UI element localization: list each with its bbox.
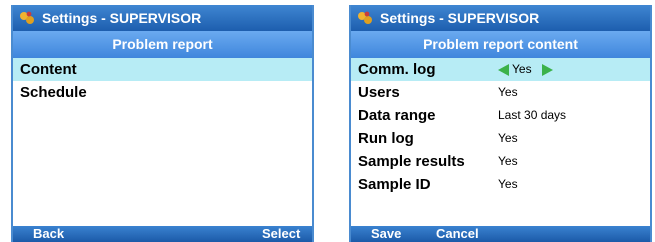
problem-report-content-screen: Settings - SUPERVISOR Problem report con… [349, 5, 652, 242]
page-title: Problem report [13, 31, 312, 58]
softkey-bar: Back Select [13, 226, 312, 242]
menu-item-schedule[interactable]: Schedule [13, 81, 312, 104]
menu-item-label: Content [20, 61, 77, 78]
arrow-left-icon[interactable] [498, 64, 509, 76]
title-bar: Settings - SUPERVISOR [351, 5, 650, 31]
arrow-right-icon[interactable] [542, 64, 553, 76]
setting-value: Yes [498, 131, 518, 145]
title-bar: Settings - SUPERVISOR [13, 5, 312, 31]
setting-label: Users [358, 84, 400, 101]
back-button[interactable]: Back [33, 226, 64, 242]
setting-label: Run log [358, 130, 414, 147]
setting-value: Last 30 days [498, 108, 567, 122]
menu-item-label: Schedule [20, 84, 87, 101]
cancel-button[interactable]: Cancel [436, 226, 479, 242]
page-title: Problem report content [351, 31, 650, 58]
select-button[interactable]: Select [262, 226, 300, 242]
window-title: Settings - SUPERVISOR [42, 10, 202, 26]
setting-label: Data range [358, 107, 436, 124]
setting-label: Sample ID [358, 176, 431, 193]
settings-app-icon [358, 11, 372, 24]
setting-row-sample-id[interactable]: Sample ID Yes [351, 173, 650, 196]
menu-item-content[interactable]: Content [13, 58, 312, 81]
setting-value: Yes [498, 154, 518, 168]
window-title: Settings - SUPERVISOR [380, 10, 540, 26]
settings-list: Comm. log Yes Users Yes Data range Last … [351, 58, 650, 196]
save-button[interactable]: Save [371, 226, 401, 242]
setting-row-data-range[interactable]: Data range Last 30 days [351, 104, 650, 127]
setting-row-comm-log[interactable]: Comm. log Yes [351, 58, 650, 81]
softkey-bar: Save Cancel [351, 226, 650, 242]
setting-label: Comm. log [358, 61, 436, 78]
setting-row-users[interactable]: Users Yes [351, 81, 650, 104]
setting-value: Yes [498, 85, 518, 99]
setting-value: Yes [498, 177, 518, 191]
setting-row-run-log[interactable]: Run log Yes [351, 127, 650, 150]
menu-list: Content Schedule [13, 58, 312, 104]
setting-value: Yes [512, 62, 532, 76]
settings-app-icon [20, 11, 34, 24]
problem-report-screen: Settings - SUPERVISOR Problem report Con… [11, 5, 314, 242]
setting-label: Sample results [358, 153, 465, 170]
setting-row-sample-results[interactable]: Sample results Yes [351, 150, 650, 173]
